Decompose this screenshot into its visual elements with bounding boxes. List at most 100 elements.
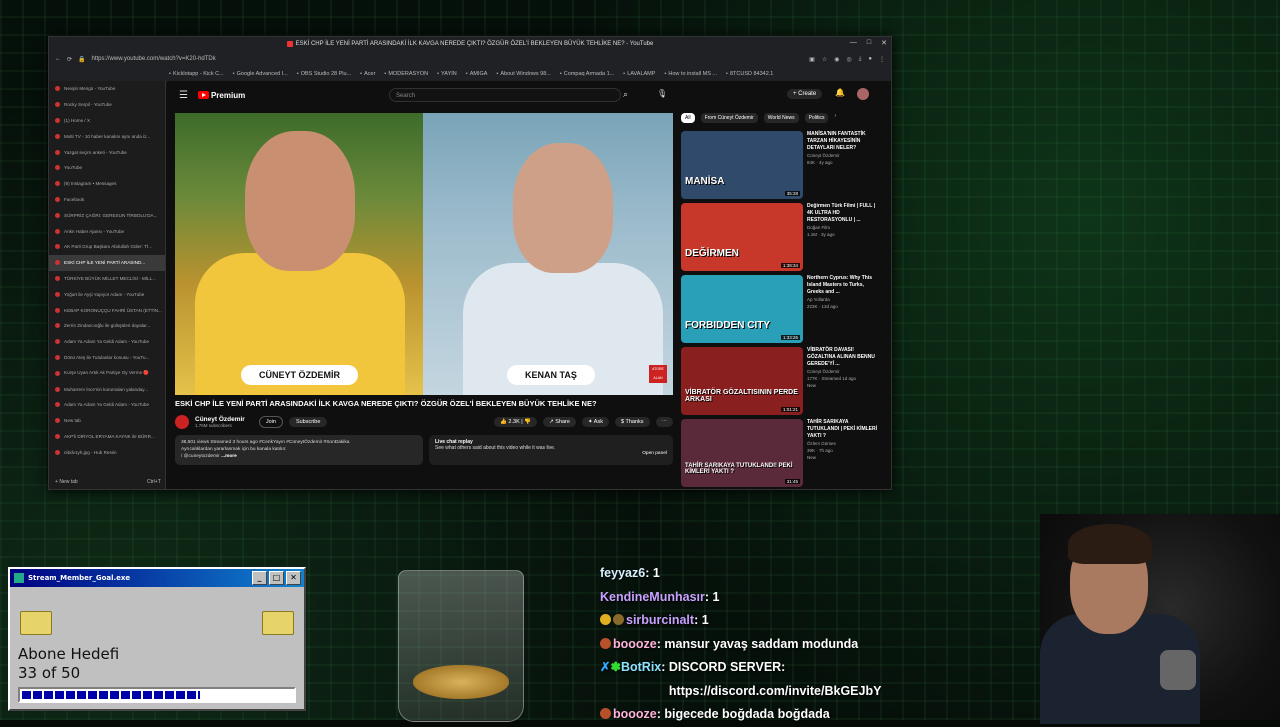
youtube-logo[interactable]: Premium	[197, 91, 245, 100]
bookmark[interactable]: 8TCUSD 84342.1	[726, 71, 773, 77]
browser-tab[interactable]: Multi TV - 10 haber kanalını aynı anda i…	[49, 128, 165, 144]
create-button[interactable]: + Create	[787, 89, 823, 99]
join-button[interactable]: Join	[258, 416, 283, 428]
thanks-button[interactable]: $ Thanks	[614, 417, 650, 427]
bookmark[interactable]: Google Advanced I...	[233, 71, 288, 77]
description-link[interactable]: / @cuneytozdemir	[181, 454, 220, 459]
video-title[interactable]: MANİSA'NIN FANTASTİK TARZAN HİKAYESİNİN …	[807, 131, 879, 152]
hamburger-menu-icon[interactable]: ☰	[179, 90, 188, 101]
extension-icon[interactable]: ◎	[846, 56, 851, 63]
close-icon[interactable]: ✕	[881, 39, 887, 47]
download-icon[interactable]: ⤓	[859, 56, 862, 63]
video-duration: 1:01:21	[780, 407, 800, 412]
bookmark[interactable]: MODERASYON	[384, 71, 428, 77]
chip-politics[interactable]: Politics	[804, 113, 829, 123]
video-title[interactable]: VİBRATÖR DAVASI! GÖZALTINA ALINAN BENNU …	[807, 347, 879, 368]
new-tab-button[interactable]: + New tab Ctrl+T	[55, 479, 161, 485]
bookmark[interactable]: About Windows 98...	[496, 71, 550, 77]
browser-tab-active[interactable]: ESKİ CHP İLE YENİ PARTİ ARASIND...	[49, 254, 165, 271]
extension-icon[interactable]: ◉	[834, 56, 839, 63]
share-button[interactable]: ↗ Share	[543, 417, 576, 427]
browser-tab[interactable]: Kurşe Uyan Artık Ak Partiye Oy Verme 🔴	[49, 365, 165, 381]
video-player[interactable]: CÜNEYT ÖZDEMİR KENAN TAŞ ATORE ALAN	[175, 113, 673, 395]
channel-avatar[interactable]	[175, 415, 189, 429]
bookmark[interactable]: LAVALAMP	[623, 71, 655, 77]
bell-icon[interactable]: 🔔	[835, 88, 845, 97]
show-more-link[interactable]: ...more	[221, 454, 237, 459]
browser-tab[interactable]: Yazgat seçim anketi - YouTube	[49, 144, 165, 160]
speaker-icon	[55, 260, 60, 266]
more-actions-icon[interactable]: ⋯	[655, 417, 673, 427]
video-thumbnail[interactable]: MANİSA 35:28	[681, 131, 803, 199]
video-thumbnail[interactable]: DEĞİRMEN 1:38:34	[681, 203, 803, 271]
chip-channel[interactable]: From Cüneyt Özdemir	[700, 113, 758, 123]
bookmark[interactable]: How to install MS ...	[664, 71, 717, 77]
bookmark[interactable]: Kicklotapp - Kick C...	[169, 71, 224, 77]
chevron-right-icon[interactable]: ›	[834, 113, 836, 123]
description-box[interactable]: 38,601 views Streamed 3 hours ago #CenkY…	[175, 435, 423, 465]
channel-name[interactable]: Cüneyt Özdemir	[195, 416, 245, 423]
ask-button[interactable]: ✦ Ask	[581, 417, 609, 427]
browser-tab[interactable]: SÜRPRİZ ÇAĞRI: GERESUN TİRBOLU'DA...	[49, 207, 165, 223]
recommendation-item[interactable]: TAHİR SARIKAYA TUTUKLANDI! PEKİ KİMLERİ …	[681, 419, 879, 489]
browser-tab[interactable]: Adam Ya Adam Ya Geldi Adam - YouTube	[49, 334, 165, 350]
browser-tab[interactable]: Dönü Ateş ile Tutulanlar konusu - YouTu.…	[49, 350, 165, 366]
goal-title-bar: Stream_Member_Goal.exe _ □ ✕	[10, 569, 304, 587]
close-icon[interactable]: ✕	[286, 571, 301, 585]
browser-tab[interactable]: AK Parti Grup Başkanı Abdullah Güler: Tİ…	[49, 239, 165, 255]
browser-tab[interactable]: (9) Instagram • Messages	[49, 176, 165, 192]
bookmark[interactable]: YAYIN	[437, 71, 457, 77]
bookmark[interactable]: AMIGA	[466, 71, 488, 77]
minimize-icon[interactable]: _	[252, 571, 267, 585]
like-button[interactable]: 👍 2.3K | 👎	[494, 417, 538, 427]
browser-tab[interactable]: nibdv1yh.jpg - Hub Resim	[49, 444, 165, 460]
chip-world-news[interactable]: World News	[763, 113, 799, 123]
search-icon[interactable]: ⌕	[623, 89, 628, 100]
browser-tab[interactable]: (1) Home / X	[49, 113, 165, 129]
browser-tab[interactable]: YouTube	[49, 160, 165, 176]
microphone-icon[interactable]: 🎙	[657, 89, 667, 98]
reload-icon[interactable]: ⟳	[67, 56, 72, 63]
browser-tab[interactable]: AKP'li DİRYOL ERYAMA KAYNK ile BÜRR...	[49, 429, 165, 445]
search-input[interactable]: Search	[389, 88, 621, 102]
browser-tab[interactable]: TÜRKİYE BÜYÜK MİLLET MECLİSİ - MİLL...	[49, 271, 165, 287]
channel-name: Ap Yollarda	[807, 297, 830, 302]
video-thumbnail[interactable]: FORBIDDEN CITY 1:33:26	[681, 275, 803, 343]
channel-watermark: ATORE ALAN	[649, 365, 667, 383]
open-panel-button[interactable]: Open panel	[642, 451, 667, 456]
recommendation-item[interactable]: DEĞİRMEN 1:38:34 Değirmen Türk Filmi | F…	[681, 203, 879, 273]
video-thumbnail[interactable]: TAHİR SARIKAYA TUTUKLANDI! PEKİ KİMLERİ …	[681, 419, 803, 487]
browser-tab[interactable]: Ankn Haber Ajansı - YouTube	[49, 223, 165, 239]
browser-tab[interactable]: Adam Ya Adam Ya Geldi Adam - YouTube	[49, 397, 165, 413]
video-title[interactable]: TAHİR SARIKAYA TUTUKLANDI | PEKİ KİMLERİ…	[807, 419, 879, 440]
subscribe-button[interactable]: Subscribe	[288, 417, 328, 427]
bookmark[interactable]: OBS Studio 28 Plu...	[297, 71, 351, 77]
bookmark[interactable]: Acer	[360, 71, 375, 77]
browser-tab[interactable]: Muharrem İnce'nin kurumaları yalanday...	[49, 381, 165, 397]
browser-tab[interactable]: Facebook	[49, 192, 165, 208]
browser-tab[interactable]: Nevşin Mengü - YouTube	[49, 81, 165, 97]
browser-tab[interactable]: KEBAP KORONUÇÇU FAHRİ ÜSTAN (ETTİN...	[49, 302, 165, 318]
minimize-icon[interactable]: —	[850, 39, 857, 47]
video-thumbnail[interactable]: VİBRATÖR GÖZALTISININ PERDE ARKASI 1:01:…	[681, 347, 803, 415]
maximize-icon[interactable]: □	[269, 571, 284, 585]
recommendation-item[interactable]: FORBIDDEN CITY 1:33:26 Northern Cyprus: …	[681, 275, 879, 345]
extension-icon[interactable]: ▣	[809, 56, 815, 63]
back-icon[interactable]: ←	[55, 56, 61, 62]
recommendation-item[interactable]: VİBRATÖR GÖZALTISININ PERDE ARKASI 1:01:…	[681, 347, 879, 417]
browser-tab[interactable]: Rocky Serpil - YouTube	[49, 97, 165, 113]
profile-icon[interactable]: ●	[868, 56, 872, 63]
menu-icon[interactable]: ⋮	[879, 56, 885, 63]
video-title[interactable]: Northern Cyprus: Why This Island Masters…	[807, 275, 879, 296]
url-field[interactable]: https://www.youtube.com/watch?v=K20-hdTD…	[92, 56, 216, 62]
bookmark[interactable]: Compaq Armada 1...	[560, 71, 614, 77]
browser-tab[interactable]: Yoğurt ile Ayşi Yapıyor Adam - YouTube	[49, 286, 165, 302]
avatar[interactable]	[857, 88, 869, 100]
video-title[interactable]: Değirmen Türk Filmi | FULL | 4K ULTRA HD…	[807, 203, 879, 224]
recommendation-item[interactable]: MANİSA 35:28 MANİSA'NIN FANTASTİK TARZAN…	[681, 131, 879, 201]
browser-tab[interactable]: Zerrin Zindancıoğlu ile gülüşüleri dayal…	[49, 318, 165, 334]
chip-all[interactable]: All	[681, 113, 695, 123]
maximize-icon[interactable]: □	[867, 39, 871, 47]
star-icon[interactable]: ☆	[822, 56, 827, 63]
browser-tab[interactable]: New tab	[49, 413, 165, 429]
